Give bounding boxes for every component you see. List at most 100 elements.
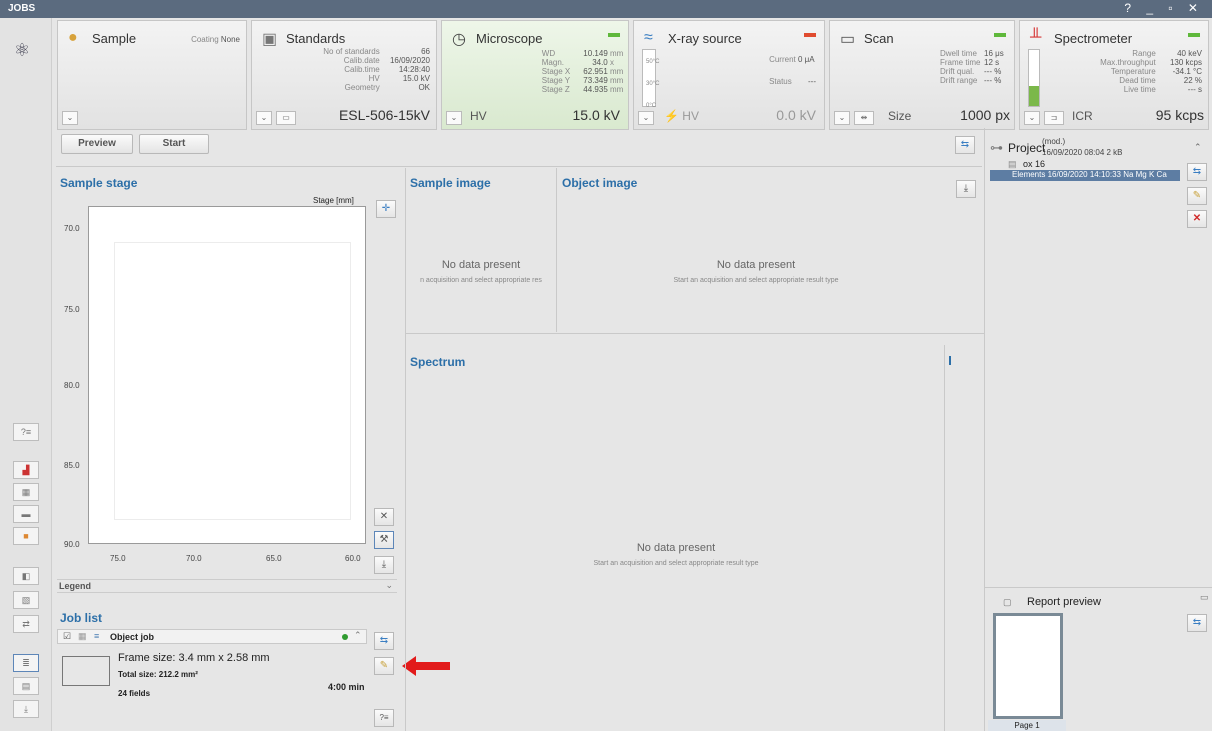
spectrum-tool-icon[interactable]: ▟ (13, 461, 39, 479)
job-frame-size: Frame size: 3.4 mm x 2.58 mm (118, 652, 270, 664)
image-tool-icon[interactable]: ▦ (13, 483, 39, 501)
job-drag-icon[interactable]: ≡ (94, 631, 99, 641)
report-divider (985, 587, 1212, 588)
sample-stage-plot[interactable] (88, 206, 366, 544)
spectrometer-settings-icon[interactable]: ⊐ (1044, 111, 1064, 125)
job-list-icon[interactable]: ≣ (13, 654, 39, 672)
export-icon[interactable]: ⤓ (13, 700, 39, 718)
microscope-rows: WD 10.149 mm Magn. 34.0 x Stage X 62.951 mm… (541, 49, 624, 94)
spectrum-divider (406, 333, 984, 334)
job-row-header[interactable]: ☑ ▦ ≡ Object job ⌃ (57, 629, 367, 644)
microscope-dropdown[interactable]: ⌄ (446, 111, 462, 125)
object-image-export-icon[interactable]: ⤓ (956, 180, 976, 198)
right-column-divider (984, 128, 985, 731)
standards-panel[interactable]: ▣ Standards No of standards 66 Calib.dat… (251, 20, 437, 130)
y-tick: 90.0 (64, 540, 80, 549)
microscope-panel-title: Microscope (476, 31, 543, 46)
linescan-tool-icon[interactable]: ▬ (13, 505, 39, 523)
project-item-ox16[interactable]: ▤ ox 16 (1008, 159, 1178, 170)
map-tool-icon[interactable]: ■ (13, 527, 39, 545)
microscope-panel[interactable]: ◷ Microscope WD 10.149 mm Magn. 34.0 x Sta… (441, 20, 629, 130)
project-delete-icon[interactable]: ✕ (1187, 210, 1207, 228)
stage-wrench-icon[interactable]: ⚒ (374, 531, 394, 549)
preview-button[interactable]: Preview (61, 134, 133, 154)
scan-size-label: Size (888, 109, 912, 123)
spectrometer-level-meter (1028, 49, 1040, 107)
spectrometer-rows: Range 40 keV Max.throughput 130 kcps Tem… (1100, 49, 1202, 94)
object-image-nodata: No data present Start an acquisition and… (673, 259, 839, 284)
xray-wave-icon: ≈ (644, 29, 653, 46)
center-target-icon[interactable]: ✛ (376, 200, 396, 218)
report-maximize-icon[interactable]: ▭ (1200, 592, 1209, 603)
swap-panels-icon[interactable]: ⇆ (955, 136, 975, 154)
object-image-title: Object image (562, 176, 638, 190)
spectrometer-icr-label: ICR (1072, 109, 1093, 123)
report-swap-icon[interactable]: ⇆ (1187, 614, 1207, 632)
job-collapse-icon[interactable]: ⌃ (354, 630, 362, 641)
phase-tool-icon[interactable]: ▧ (13, 591, 39, 609)
job-swap-icon[interactable]: ⇆ (374, 632, 394, 650)
scan-resize-icon[interactable]: ⇹ (854, 111, 874, 125)
compare-tool-icon[interactable]: ⇄ (13, 615, 39, 633)
sample-dropdown[interactable]: ⌄ (62, 111, 78, 125)
spectrum-title: Spectrum (410, 355, 466, 369)
report-page-thumbnail[interactable] (993, 613, 1063, 719)
xray-source-panel[interactable]: ≈ X-ray source 50°C 30°C 0°C Current 0 μ… (633, 20, 825, 130)
y-tick: 80.0 (64, 381, 80, 390)
project-item-elements[interactable]: Elements 16/09/2020 14:10:33 Na Mg K Ca (990, 170, 1180, 181)
xray-hv-label: ⚡ HV (664, 109, 699, 123)
sample-image-nodata: No data present n acquisition and select… (420, 259, 542, 284)
job-edit-pencil-icon[interactable]: ✎ (374, 657, 394, 675)
microscope-hv-label: HV (470, 109, 487, 123)
standards-calibrate-icon[interactable]: ▭ (276, 111, 296, 125)
window-title-bar: JOBS ? _ ▫ ✕ (0, 0, 1212, 18)
spectrometer-dropdown[interactable]: ⌄ (1024, 111, 1040, 125)
report-icon[interactable]: ▤ (13, 677, 39, 695)
stage-clear-icon[interactable]: ✕ (374, 508, 394, 526)
spectrometer-status-ok (1188, 33, 1200, 37)
xray-panel-title: X-ray source (668, 31, 742, 46)
scan-panel-title: Scan (864, 31, 894, 46)
project-swap-icon[interactable]: ⇆ (1187, 163, 1207, 181)
project-edit-pencil-icon[interactable]: ✎ (1187, 187, 1207, 205)
sample-panel[interactable]: ● Sample Coating None ⌄ (57, 20, 247, 130)
y-tick: 75.0 (64, 305, 80, 314)
sample-icon: ● (68, 29, 78, 46)
legend-chevron-icon[interactable]: ⌄ (385, 580, 393, 591)
spectrum-side-marker (949, 356, 951, 365)
window-controls[interactable]: ? _ ▫ ✕ (1124, 1, 1204, 15)
sample-image-title: Sample image (410, 176, 491, 190)
job-status-dot (342, 634, 348, 640)
image-divider (556, 168, 557, 332)
xray-hv-value: 0.0 kV (776, 107, 816, 123)
scan-dropdown[interactable]: ⌄ (834, 111, 850, 125)
start-button[interactable]: Start (139, 134, 209, 154)
scan-status-ok (994, 33, 1006, 37)
job-checkbox[interactable]: ☑ (63, 631, 71, 642)
xray-status-alert (804, 33, 816, 37)
main-divider (405, 168, 406, 731)
standards-dropdown[interactable]: ⌄ (256, 111, 272, 125)
project-tree-icon: ⊶ (990, 140, 1003, 155)
report-title: Report preview (1027, 596, 1101, 608)
spectrometer-panel[interactable]: ╨ Spectrometer Range 40 keV Max.throughp… (1019, 20, 1209, 130)
quant-tool-icon[interactable]: ◧ (13, 567, 39, 585)
standards-icon: ▣ (262, 31, 278, 48)
scan-panel[interactable]: ▭ Scan Dwell time 16 μs Frame time 12 s Dr… (829, 20, 1015, 130)
spectrometer-panel-title: Spectrometer (1054, 31, 1133, 46)
legend-bar[interactable]: Legend ⌄ (57, 579, 397, 593)
report-icon-small: ▢ (1003, 597, 1012, 607)
job-list-title: Job list (60, 611, 103, 625)
xray-dropdown[interactable]: ⌄ (638, 111, 654, 125)
stage-export-icon[interactable]: ⤓ (374, 556, 394, 574)
left-rail: ⚛ ?≡ ▟ ▦ ▬ ■ ◧ ▧ ⇄ ≣ ▤ ⤓ (0, 18, 52, 731)
project-collapse-icon[interactable]: ⌃ (1194, 142, 1202, 153)
job-frame-thumbnail (62, 656, 110, 686)
spectrum-peaks-icon: ╨ (1030, 29, 1042, 46)
atom-logo-icon: ⚛ (14, 40, 31, 60)
job-help-icon[interactable]: ?≡ (374, 709, 394, 727)
window-title: JOBS (8, 3, 36, 14)
help-list-icon[interactable]: ?≡ (13, 423, 39, 441)
report-page-label: Page 1 (988, 720, 1066, 731)
job-name: Object job (110, 632, 155, 642)
